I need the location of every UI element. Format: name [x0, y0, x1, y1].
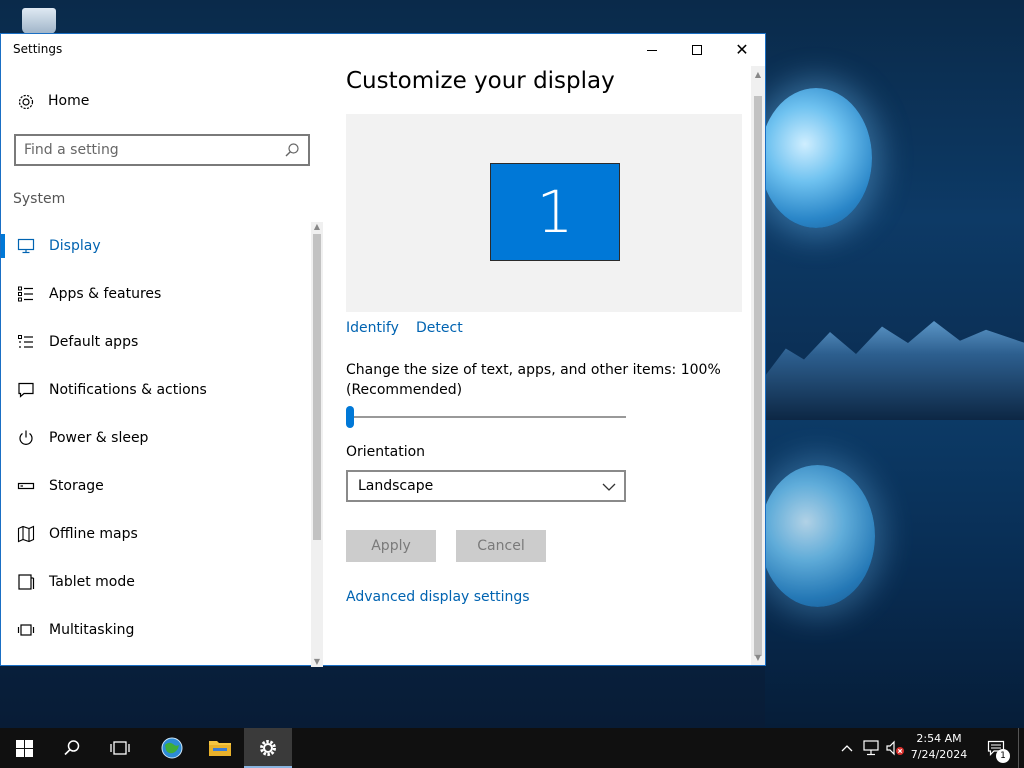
notification-icon — [18, 382, 34, 398]
search-box[interactable] — [14, 134, 310, 166]
browser-taskbar-button[interactable] — [148, 728, 196, 768]
scroll-down-icon[interactable]: ▼ — [311, 657, 323, 667]
scrollbar-thumb[interactable] — [754, 96, 762, 656]
volume-tray-button[interactable] — [884, 728, 906, 768]
windows-logo-icon — [15, 739, 33, 757]
section-label-system: System — [13, 191, 66, 207]
taskbar-clock[interactable]: 2:54 AM 7/24/2024 — [906, 731, 972, 765]
gear-icon — [260, 740, 276, 756]
nav-list: Display Apps & features Default apps Not… — [1, 222, 311, 654]
sidebar-item-default-apps[interactable]: Default apps — [1, 318, 311, 366]
start-button[interactable] — [0, 728, 48, 768]
recycle-bin-icon[interactable] — [22, 8, 56, 34]
apply-button[interactable]: Apply — [346, 530, 436, 562]
maximize-button[interactable] — [674, 34, 720, 66]
sidebar-item-label: Tablet mode — [49, 574, 135, 590]
sidebar-item-display[interactable]: Display — [1, 222, 311, 270]
multitasking-icon — [17, 624, 35, 636]
moon-wallpaper — [760, 88, 872, 228]
scale-label: Change the size of text, apps, and other… — [346, 362, 721, 398]
orientation-label: Orientation — [346, 444, 426, 460]
sidebar-item-notifications[interactable]: Notifications & actions — [1, 366, 311, 414]
close-icon: ✕ — [735, 40, 749, 59]
orientation-dropdown[interactable]: Landscape — [346, 470, 626, 502]
slider-track[interactable] — [346, 416, 626, 418]
tablet-icon — [18, 574, 35, 590]
close-button[interactable]: ✕ — [719, 34, 765, 66]
taskbar: 2:54 AM 7/24/2024 1 — [0, 728, 1024, 768]
taskbar-search-button[interactable] — [48, 728, 96, 768]
chevron-down-icon — [602, 483, 616, 491]
maximize-icon — [692, 45, 702, 55]
scale-slider[interactable] — [346, 404, 628, 430]
sidebar-item-label: Display — [49, 238, 101, 254]
sidebar-item-multitasking[interactable]: Multitasking — [1, 606, 311, 654]
notification-count-badge: 1 — [996, 749, 1010, 763]
folder-icon — [209, 741, 231, 756]
sidebar-item-apps-features[interactable]: Apps & features — [1, 270, 311, 318]
action-center-button[interactable]: 1 — [980, 728, 1012, 768]
show-desktop-button[interactable] — [1018, 728, 1024, 768]
minimize-button[interactable] — [629, 34, 675, 66]
monitor-icon — [17, 238, 35, 254]
monitor-tile[interactable]: 1 — [490, 163, 620, 261]
network-icon — [863, 740, 879, 756]
orientation-value: Landscape — [358, 478, 434, 494]
network-tray-button[interactable] — [860, 728, 882, 768]
search-icon — [64, 740, 80, 756]
sidebar-scrollbar[interactable]: ▲ ▼ — [311, 222, 323, 667]
clock-date: 7/24/2024 — [910, 748, 968, 761]
scrollbar-thumb[interactable] — [313, 234, 321, 540]
power-icon — [19, 430, 33, 445]
volume-muted-icon — [886, 740, 904, 756]
title-bar[interactable]: Settings ✕ — [1, 34, 765, 66]
sidebar-item-label: Offline maps — [49, 526, 138, 542]
default-apps-icon — [18, 335, 33, 348]
show-hidden-icons-button[interactable] — [838, 728, 856, 768]
page-title: Customize your display — [346, 68, 615, 94]
task-view-icon — [110, 741, 130, 755]
sidebar-item-label: Notifications & actions — [49, 382, 207, 398]
identify-link[interactable]: Identify — [346, 320, 399, 336]
nav-home-label: Home — [48, 93, 90, 109]
moon-reflection-wallpaper — [760, 465, 875, 607]
sidebar-item-label: Default apps — [49, 334, 139, 350]
advanced-display-settings-link[interactable]: Advanced display settings — [346, 589, 530, 605]
settings-window: Settings ✕ Home System Display — [0, 33, 766, 667]
search-icon[interactable] — [284, 142, 300, 158]
clock-time: 2:54 AM — [916, 732, 962, 745]
sidebar-item-label: Apps & features — [49, 286, 162, 302]
slider-thumb[interactable] — [346, 406, 354, 428]
sidebar-item-power-sleep[interactable]: Power & sleep — [1, 414, 311, 462]
browser-globe-icon — [161, 737, 183, 759]
scroll-down-icon[interactable]: ▼ — [751, 653, 765, 663]
sidebar-item-offline-maps[interactable]: Offline maps — [1, 510, 311, 558]
file-explorer-button[interactable] — [196, 728, 244, 768]
sidebar-item-storage[interactable]: Storage — [1, 462, 311, 510]
detect-link[interactable]: Detect — [416, 320, 463, 336]
minimize-icon — [647, 49, 657, 51]
window-title: Settings — [13, 42, 63, 56]
map-icon — [17, 525, 35, 543]
sidebar-item-label: Storage — [49, 478, 104, 494]
settings-taskbar-button[interactable] — [244, 728, 292, 768]
scroll-up-icon[interactable]: ▲ — [311, 222, 323, 232]
cancel-button[interactable]: Cancel — [456, 530, 546, 562]
display-preview: 1 — [346, 114, 742, 312]
chevron-up-icon — [841, 745, 853, 752]
search-input[interactable] — [24, 140, 274, 160]
gear-icon — [18, 94, 34, 110]
nav-home[interactable]: Home — [1, 86, 321, 118]
scroll-up-icon[interactable]: ▲ — [751, 70, 765, 80]
mountains-wallpaper — [765, 321, 1024, 420]
task-view-button[interactable] — [96, 728, 144, 768]
sidebar-item-label: Multitasking — [49, 622, 135, 638]
sidebar-item-label: Power & sleep — [49, 430, 149, 446]
apps-list-icon — [18, 286, 33, 302]
sidebar-item-tablet-mode[interactable]: Tablet mode — [1, 558, 311, 606]
storage-icon — [17, 482, 35, 490]
content-scrollbar[interactable]: ▲ ▼ — [751, 66, 765, 665]
